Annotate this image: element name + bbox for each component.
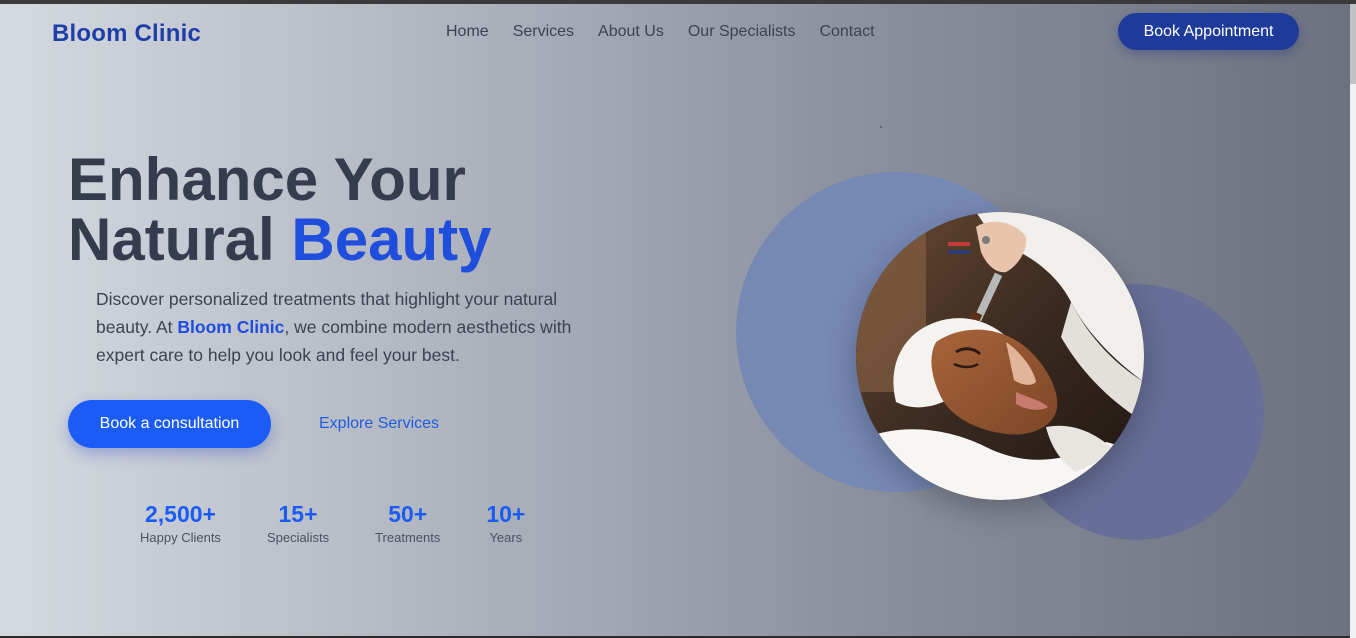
- stats-row: 2,500+ Happy Clients 15+ Specialists 50+…: [140, 500, 571, 545]
- logo[interactable]: Bloom Clinic: [52, 20, 201, 48]
- stat-value: 2,500+: [144, 501, 216, 527]
- facial-treatment-photo: [856, 212, 1144, 500]
- scrollbar-thumb[interactable]: [1350, 4, 1356, 84]
- stat-label: Years: [489, 530, 523, 545]
- facial-treatment-illustration: [856, 212, 1144, 500]
- hero-title-line2: Natural: [68, 206, 292, 273]
- nav-our-specialists[interactable]: Our Specialists: [688, 23, 796, 41]
- hero-title-accent: Beauty: [291, 206, 492, 273]
- scrollbar-track[interactable]: [1350, 4, 1356, 638]
- nav-contact[interactable]: Contact: [819, 23, 874, 41]
- nav-services[interactable]: Services: [513, 23, 574, 41]
- nav-about-us[interactable]: About Us: [598, 23, 664, 41]
- stat-happy-clients: 2,500+ Happy Clients: [140, 500, 221, 545]
- hero-title-line1: Enhance Your: [68, 146, 466, 213]
- hero-desc-brand: Bloom Clinic: [177, 317, 285, 337]
- explore-services-link[interactable]: Explore Services: [319, 415, 439, 433]
- hero-description: Discover personalized treatments that hi…: [96, 285, 596, 369]
- stat-value: 15+: [278, 501, 318, 527]
- nav-home[interactable]: Home: [446, 23, 489, 41]
- stat-specialists: 15+ Specialists: [267, 500, 329, 545]
- decorative-dot: [880, 126, 882, 128]
- stat-label: Specialists: [266, 530, 330, 545]
- main-nav: Home Services About Us Our Specialists C…: [446, 23, 875, 41]
- hero-title: Enhance Your Natural Beauty: [68, 150, 491, 270]
- stat-value: 50+: [388, 501, 428, 527]
- book-appointment-button[interactable]: Book Appointment: [1118, 13, 1299, 50]
- stat-label: Happy Clients: [140, 530, 221, 545]
- stat-label: Treatments: [375, 530, 441, 545]
- stat-value: 10+: [486, 501, 526, 527]
- stat-years: 10+ Years: [486, 500, 525, 545]
- book-consultation-button[interactable]: Book a consultation: [68, 400, 271, 448]
- stat-treatments: 50+ Treatments: [375, 500, 440, 545]
